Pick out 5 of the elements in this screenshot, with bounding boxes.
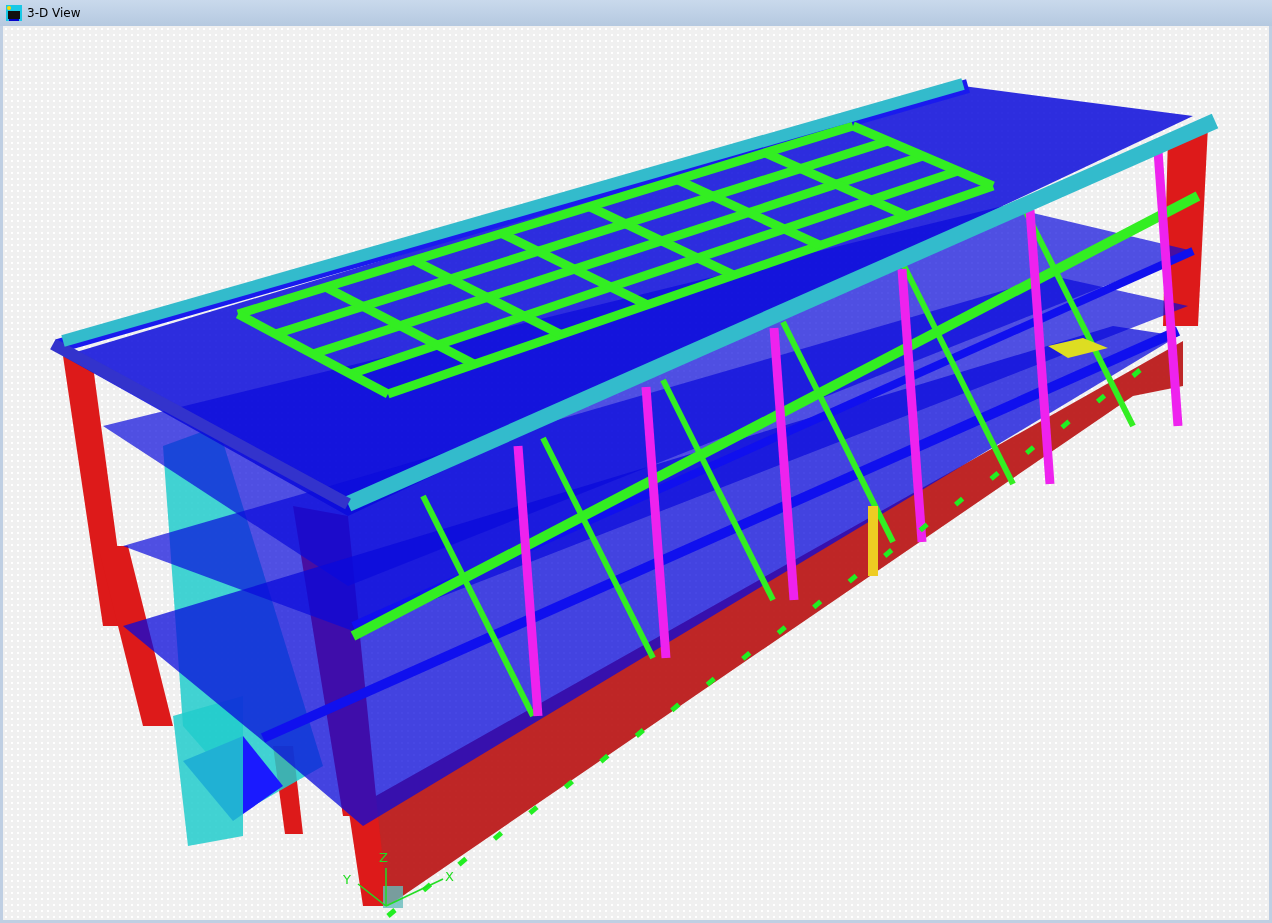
axis-label: Y (343, 872, 351, 887)
axis-label: Z (379, 850, 388, 865)
axis-label: X (445, 869, 454, 884)
app-icon (6, 5, 22, 21)
window-title: 3-D View (27, 6, 81, 20)
